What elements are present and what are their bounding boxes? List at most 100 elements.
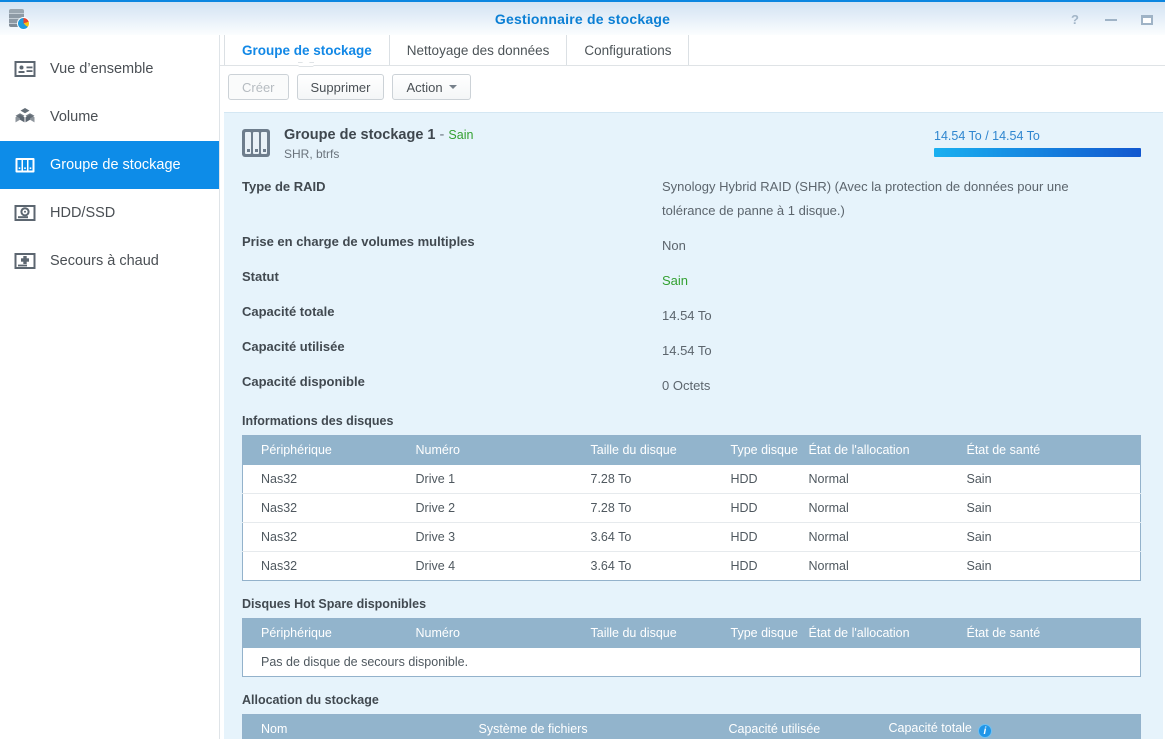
sidebar: Vue d’ensemble Volume Groupe de stockage… [0,35,220,739]
cell-device: Nas32 [242,551,398,581]
pool-title-separator: - [439,127,445,143]
detail-row: Capacité disponible 0 Octets [242,374,1141,398]
column-header[interactable]: Taille du disque [572,618,713,648]
storage-pool-icon [242,129,270,157]
column-header[interactable]: Système de fichiers [460,714,711,739]
active-tab-notch [298,60,314,66]
pool-name: Groupe de stockage 1 [284,127,436,143]
tab-label: Groupe de stockage [242,42,372,58]
cell-size: 7.28 To [590,471,632,486]
sidebar-item-overview[interactable]: Vue d’ensemble [0,45,219,93]
cell-health: Sain [948,493,1141,523]
column-header[interactable]: Numéro [397,435,573,465]
table-row[interactable]: Nas32 Drive 4 3.64 To HDD Normal Sain [242,551,1141,581]
column-header[interactable]: Type disque [712,435,798,465]
column-header[interactable]: Taille du disque [572,435,713,465]
column-header[interactable]: Capacité utilisée [710,714,871,739]
maximize-icon[interactable] [1139,12,1155,28]
help-icon[interactable]: ? [1067,12,1083,28]
sidebar-item-label: Volume [50,109,99,125]
allocation-section-title: Allocation du stockage [242,693,379,707]
detail-key: Capacité utilisée [242,339,345,354]
cell-type: HDD [712,551,791,581]
create-button-label: Créer [242,79,275,95]
table-row[interactable]: Nas32 Drive 2 7.28 To HDD Normal Sain [242,493,1141,523]
info-icon[interactable]: i [977,724,992,738]
chevron-down-icon [448,85,457,89]
cell-device: Nas32 [242,493,398,523]
window-body: Vue d’ensemble Volume Groupe de stockage… [0,35,1165,739]
column-header[interactable]: Type disque [712,618,798,648]
tab-label: Nettoyage des données [406,42,550,58]
column-header[interactable]: Périphérique [242,435,398,465]
cell-device: Nas32 [242,522,398,552]
volume-icon [14,106,36,128]
create-button[interactable]: Créer [228,74,289,100]
column-header[interactable]: Capacité totale i [870,714,1141,739]
tab-label: Configurations [584,42,672,58]
cell-device: Nas32 [261,471,298,486]
detail-key: Capacité disponible [242,374,365,389]
delete-button[interactable]: Supprimer [296,74,385,100]
column-header[interactable]: État de l'allocation [790,435,949,465]
column-header[interactable]: Numéro [397,618,573,648]
minimize-icon[interactable] [1103,12,1119,28]
table-row[interactable]: Nas32 Drive 1 7.28 To HDD Normal Sain [243,465,1141,494]
cell-type: HDD [712,493,791,523]
hot-spare-table: Périphérique Numéro Taille du disque Typ… [242,618,1141,677]
sidebar-item-label: Vue d’ensemble [50,61,154,77]
gauge-track [934,148,1141,157]
storage-pool-panel: Groupe de stockage 1 - Sain SHR, btrfs 1… [224,112,1163,739]
overview-icon [14,58,36,80]
column-header[interactable]: État de santé [948,618,1141,648]
detail-value: Non [662,238,686,253]
disks-table: Périphérique Numéro Taille du disque Typ… [242,435,1141,581]
sidebar-item-hot-spare[interactable]: Secours à chaud [0,237,219,285]
table-header-row: Périphérique Numéro Taille du disque Typ… [242,618,1141,648]
tab-data-scrubbing[interactable]: Nettoyage des données [390,35,568,65]
column-header[interactable]: État de l'allocation [790,618,949,648]
cell-number: Drive 2 [397,493,573,523]
hot-spare-section-title: Disques Hot Spare disponibles [242,597,427,611]
cell-health: Sain [966,471,992,486]
column-header-label: Capacité totale [888,720,972,735]
sidebar-item-hdd-ssd[interactable]: HDD/SSD [0,189,219,237]
detail-value: 14.54 To [662,343,712,358]
cell-allocation: Normal [808,471,849,486]
column-header[interactable]: Périphérique [242,618,398,648]
gauge-fill [934,148,1141,157]
detail-value: Synology Hybrid RAID (SHR) (Avec la prot… [662,179,1069,218]
hdd-icon [14,202,36,224]
column-header[interactable]: Nom [242,714,461,739]
pool-capacity-gauge: 14.54 To / 14.54 To [934,127,1141,157]
table-header-row: Périphérique Numéro Taille du disque Typ… [242,435,1141,465]
disks-section-title: Informations des disques [242,414,394,428]
cell-type: HDD [730,471,758,486]
cell-number: Drive 1 [415,471,456,486]
cell-health: Sain [948,522,1141,552]
storage-manager-window: Gestionnaire de stockage ? Vue d’ensembl… [0,0,1165,739]
action-button[interactable]: Action [392,74,471,100]
column-header[interactable]: État de santé [948,435,1141,465]
pool-capacity-label: 14.54 To / 14.54 To [934,129,1040,143]
cell-size: 7.28 To [572,493,713,523]
pool-header: Groupe de stockage 1 - Sain SHR, btrfs 1… [242,127,1141,161]
sidebar-item-volume[interactable]: Volume [0,93,219,141]
detail-row: Statut Sain [242,269,1141,293]
disks-section: Informations des disques Périphérique Nu… [242,414,1141,581]
detail-key: Type de RAID [242,179,326,194]
cell-number: Drive 4 [397,551,573,581]
storage-manager-icon [8,8,30,30]
content-area: Groupe de stockage Nettoyage des données… [220,35,1165,739]
cell-size: 3.64 To [572,551,713,581]
table-row[interactable]: Nas32 Drive 3 3.64 To HDD Normal Sain [242,522,1141,552]
window-controls: ? [1067,2,1155,37]
detail-row: Type de RAID Synology Hybrid RAID (SHR) … [242,179,1141,223]
sidebar-item-storage-pool[interactable]: Groupe de stockage [0,141,219,189]
detail-value: Sain [662,273,689,288]
tab-configurations[interactable]: Configurations [567,35,690,65]
allocation-table: Nom Système de fichiers Capacité utilisé… [242,714,1141,739]
cell-number: Drive 3 [397,522,573,552]
detail-row: Prise en charge de volumes multiples Non [242,234,1141,258]
detail-key: Prise en charge de volumes multiples [242,234,475,249]
